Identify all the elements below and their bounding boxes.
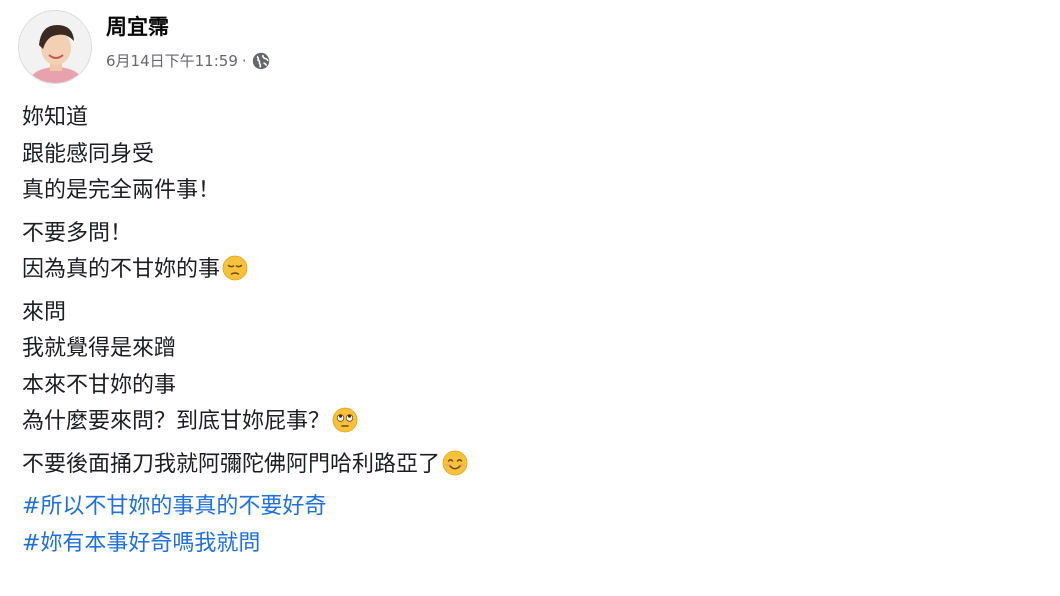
- author-name[interactable]: 周宜霈: [106, 14, 271, 40]
- hashtag-list: #所以不甘妳的事真的不要好奇 #妳有本事好奇嗎我就問: [22, 489, 468, 562]
- pensive-face-emoji: [222, 255, 248, 281]
- avatar-photo: [19, 11, 91, 83]
- post-timestamp[interactable]: 6月14日下午11:59: [106, 51, 238, 71]
- avatar[interactable]: [18, 10, 92, 84]
- text-line-with-emoji: 不要後面捅刀我就阿彌陀佛阿門哈利路亞了: [22, 447, 468, 484]
- post-subline: 6月14日下午11:59 ·: [106, 51, 271, 71]
- hashtag-link[interactable]: #所以不甘妳的事真的不要好奇: [22, 494, 326, 519]
- paragraph-3: 來問 我就覺得是來蹭 本來不甘妳的事 為什麼要來問？到底甘妳屁事？: [22, 295, 468, 441]
- text-line: 為什麼要來問？到底甘妳屁事？: [22, 409, 331, 434]
- post-body: 妳知道 跟能感同身受 真的是完全兩件事！ 不要多問！ 因為真的不甘妳的事 來問 …: [22, 100, 468, 562]
- paragraph-1: 妳知道 跟能感同身受 真的是完全兩件事！: [22, 100, 468, 210]
- hashtag-link[interactable]: #妳有本事好奇嗎我就問: [22, 531, 260, 556]
- text-line: 本來不甘妳的事: [22, 372, 177, 398]
- text-line: 不要後面捅刀我就阿彌陀佛阿門哈利路亞了: [22, 451, 441, 477]
- globe-icon[interactable]: [251, 51, 271, 71]
- paragraph-2: 不要多問！ 因為真的不甘妳的事: [22, 216, 468, 289]
- text-line: 來問: [22, 299, 67, 325]
- post-meta: 周宜霈 6月14日下午11:59 ·: [106, 10, 271, 71]
- paragraph-4: 不要後面捅刀我就阿彌陀佛阿門哈利路亞了: [22, 447, 468, 484]
- text-line: 跟能感同身受: [22, 141, 155, 167]
- text-line-with-emoji: 為什麼要來問？到底甘妳屁事？: [22, 404, 468, 441]
- text-line-with-emoji: 因為真的不甘妳的事: [22, 252, 468, 289]
- text-line: 我就覺得是來蹭: [22, 336, 177, 361]
- smiling-face-emoji: [442, 450, 468, 475]
- text-line: 妳知道: [22, 105, 89, 130]
- post-header: 周宜霈 6月14日下午11:59 ·: [18, 10, 271, 84]
- separator-dot: ·: [241, 52, 247, 70]
- text-line: 真的是完全兩件事！: [22, 178, 221, 203]
- rolling-eyes-emoji: [332, 407, 358, 433]
- text-line: 不要多問！: [22, 220, 133, 246]
- text-line: 因為真的不甘妳的事: [22, 257, 221, 282]
- facebook-post: 周宜霈 6月14日下午11:59 · 妳知道 跟能感同身受 真的是完全兩件事！: [0, 0, 1060, 596]
